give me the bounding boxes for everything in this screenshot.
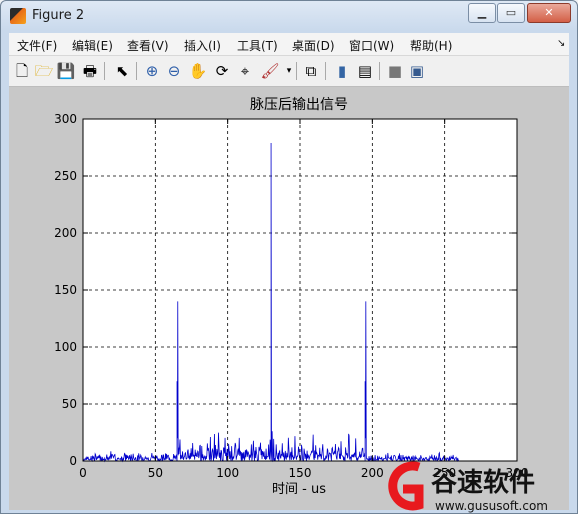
y-tick-label: 200 xyxy=(54,226,77,240)
plot-axes[interactable]: 脉压后输出信号 0 50 100 150 200 250 30005010015020025… xyxy=(9,87,569,510)
menu-tools[interactable]: 工具(T) xyxy=(237,37,278,54)
menu-edit[interactable]: 编辑(E) xyxy=(72,37,113,54)
save-icon[interactable]: 💾 xyxy=(56,61,76,81)
x-tick-label: 0 xyxy=(79,466,87,480)
menu-window[interactable]: 窗口(W) xyxy=(349,37,394,54)
rotate-3d-icon[interactable]: ⟳ xyxy=(212,61,232,81)
legend-icon[interactable]: ▤ xyxy=(355,61,375,81)
select-arrow-icon[interactable]: ⬉ xyxy=(112,61,132,81)
menu-bar: 文件(F) 编辑(E) 查看(V) 插入(I) 工具(T) 桌面(D) 窗口(W… xyxy=(9,33,569,56)
y-tick-label: 150 xyxy=(54,283,77,297)
watermark-logo: 谷速软件 www.gususoft.com xyxy=(388,461,548,513)
menu-desktop[interactable]: 桌面(D) xyxy=(292,37,335,54)
brush-icon[interactable]: 🖌 xyxy=(260,61,280,81)
matlab-icon xyxy=(10,8,26,24)
link-plot-icon[interactable]: ⧉ xyxy=(301,61,321,81)
close-button[interactable]: ✕ xyxy=(527,3,571,23)
watermark-brand: 谷速软件 xyxy=(431,468,535,498)
watermark-url: www.gususoft.com xyxy=(435,499,548,513)
title-bar[interactable]: Figure 2 ▁ ▭ ✕ xyxy=(1,1,577,31)
x-tick-label: 150 xyxy=(289,466,312,480)
axes-group: 0 50 100 150 200 250 300050100150200250300 xyxy=(54,112,528,480)
menu-file[interactable]: 文件(F) xyxy=(17,37,57,54)
window-title: Figure 2 xyxy=(32,8,85,23)
dock-arrow-icon[interactable]: ↘ xyxy=(557,38,565,49)
y-tick-label: 100 xyxy=(54,340,77,354)
show-plot-tools-icon[interactable]: ▣ xyxy=(407,61,427,81)
toolbar-separator xyxy=(296,62,297,80)
toolbar-separator xyxy=(136,62,137,80)
figure-window: Figure 2 ▁ ▭ ✕ 文件(F) 编辑(E) 查看(V) 插入(I) 工… xyxy=(0,0,578,514)
menu-view[interactable]: 查看(V) xyxy=(127,37,169,54)
maximize-button[interactable]: ▭ xyxy=(497,3,525,23)
toolbar-separator xyxy=(325,62,326,80)
menu-help[interactable]: 帮助(H) xyxy=(410,37,452,54)
hide-plot-tools-icon[interactable]: ■ xyxy=(385,61,405,81)
new-figure-icon[interactable]: 🗋 xyxy=(12,61,32,81)
colorbar-icon[interactable]: ▮ xyxy=(332,61,352,81)
y-tick-label: 300 xyxy=(54,112,77,126)
zoom-out-icon[interactable]: ⊖ xyxy=(164,61,184,81)
figure-canvas: 脉压后输出信号 0 50 100 150 200 250 300 0 50 100 150 200 25… xyxy=(9,87,569,510)
toolbar-separator xyxy=(379,62,380,80)
toolbar: 🗋 🗁 💾 🖶 ⬉ ⊕ ⊖ ✋ ⟳ ⌖ 🖌 ▾ ⧉ ▮ ▤ ■ ▣ xyxy=(9,56,569,87)
menu-insert[interactable]: 插入(I) xyxy=(184,37,221,54)
y-tick-label: 250 xyxy=(54,169,77,183)
toolbar-separator xyxy=(104,62,105,80)
y-tick-label: 0 xyxy=(69,454,77,468)
x-tick-label: 50 xyxy=(148,466,163,480)
print-icon[interactable]: 🖶 xyxy=(80,61,100,81)
pan-hand-icon[interactable]: ✋ xyxy=(188,61,208,81)
x-axis-label: 时间 - us xyxy=(272,482,326,497)
chart-title: 脉压后输出信号 xyxy=(250,97,348,113)
x-tick-label: 100 xyxy=(216,466,239,480)
minimize-button[interactable]: ▁ xyxy=(468,3,496,23)
data-cursor-icon[interactable]: ⌖ xyxy=(235,61,255,81)
open-file-icon[interactable]: 🗁 xyxy=(34,61,54,81)
zoom-in-icon[interactable]: ⊕ xyxy=(142,61,162,81)
y-tick-label: 50 xyxy=(62,397,77,411)
